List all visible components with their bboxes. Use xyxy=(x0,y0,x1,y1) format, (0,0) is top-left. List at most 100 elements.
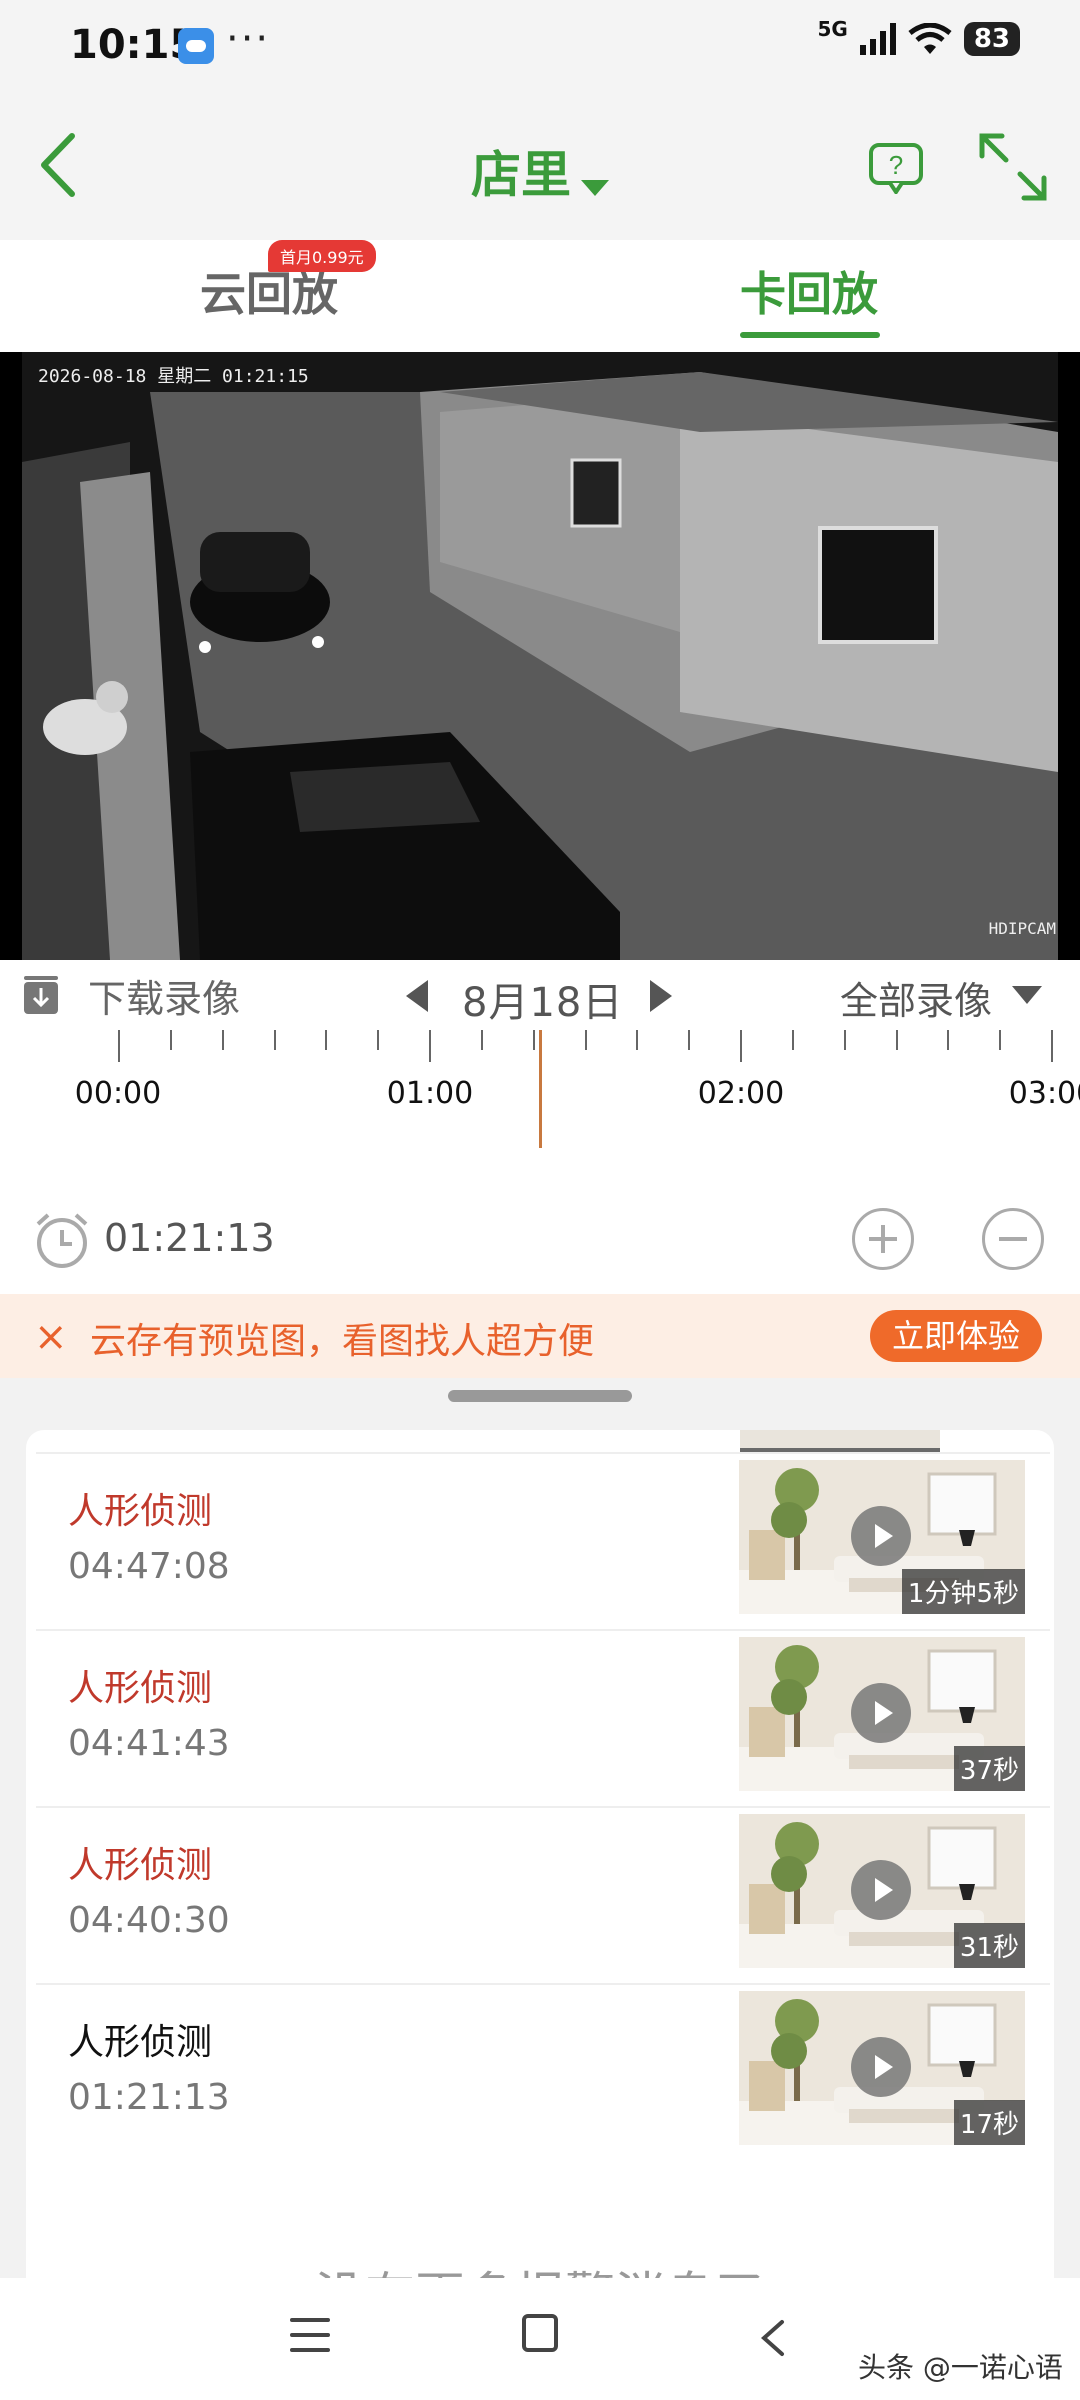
event-time: 01:21:13 xyxy=(68,2077,230,2118)
event-thumbnail[interactable]: 37秒 xyxy=(739,1637,1025,1791)
timeline-label: 02:00 xyxy=(697,1076,785,1111)
previous-day-arrow-icon[interactable] xyxy=(406,980,428,1012)
current-playback-time: 01:21:13 xyxy=(104,1216,275,1260)
camera-frame xyxy=(0,352,1080,960)
event-thumbnail[interactable]: 1分钟5秒 xyxy=(739,1460,1025,1614)
timeline-tick xyxy=(222,1030,224,1050)
event-title: 人形侦测 xyxy=(68,1491,213,1532)
weather-app-icon xyxy=(178,28,214,64)
source-watermark: 头条 @一诺心语 xyxy=(858,2351,1063,2384)
osd-timestamp: 2026-08-18 星期二 01:21:15 xyxy=(38,366,309,387)
timeline-tick xyxy=(481,1030,483,1050)
system-navigation-bar: 头条 @一诺心语 xyxy=(0,2278,1080,2400)
tab-card-playback[interactable]: 卡回放 xyxy=(740,258,878,324)
status-bar: 10:15 ··· 5G 83 xyxy=(0,0,1080,90)
timeline-tick xyxy=(688,1030,690,1050)
timeline-label: 01:00 xyxy=(386,1076,474,1111)
osd-watermark: HDIPCAM xyxy=(988,919,1056,938)
recording-filter[interactable]: 全部录像 xyxy=(840,970,992,1025)
timeline-tick xyxy=(170,1030,172,1050)
event-time: 04:47:08 xyxy=(68,1546,230,1587)
event-list-sheet: 人形侦测 04:47:08 1分钟5秒 人形侦测 04:41:43 37秒 人形侦测 04:4… xyxy=(0,1378,1080,2330)
timeline-tick xyxy=(896,1030,898,1050)
try-now-button[interactable]: 立即体验 xyxy=(870,1310,1042,1362)
close-icon[interactable]: × xyxy=(34,1314,68,1360)
system-back-button[interactable] xyxy=(756,2318,790,2358)
timeline-label: 03:00 xyxy=(1008,1076,1080,1111)
partial-thumbnail xyxy=(740,1430,940,1452)
event-list: 人形侦测 04:47:08 1分钟5秒 人形侦测 04:41:43 37秒 人形侦测 04:4… xyxy=(26,1430,1054,2330)
promo-badge: 首月0.99元 xyxy=(268,240,376,272)
timeline-label: 00:00 xyxy=(74,1076,162,1111)
more-notifications-icon: ··· xyxy=(226,16,271,62)
event-duration: 37秒 xyxy=(953,1746,1025,1791)
timeline-tick xyxy=(844,1030,846,1050)
zoom-in-button[interactable] xyxy=(852,1208,914,1270)
timeline-tick xyxy=(792,1030,794,1050)
network-type: 5G xyxy=(817,17,848,41)
play-icon[interactable] xyxy=(851,2037,911,2097)
event-thumbnail[interactable]: 17秒 xyxy=(739,1991,1025,2145)
caret-down-icon xyxy=(581,179,609,196)
status-indicators: 5G 83 xyxy=(817,17,1020,56)
signal-icon xyxy=(859,23,896,55)
play-icon[interactable] xyxy=(851,1506,911,1566)
event-duration: 1分钟5秒 xyxy=(901,1569,1025,1614)
timeline-tick xyxy=(429,1030,431,1062)
event-row[interactable]: 人形侦测 04:41:43 37秒 xyxy=(36,1629,1050,1806)
play-icon[interactable] xyxy=(851,1683,911,1743)
playback-tabs: 云回放 首月0.99元 卡回放 xyxy=(0,240,1080,352)
event-time: 04:41:43 xyxy=(68,1723,230,1764)
battery-indicator: 83 xyxy=(963,22,1020,56)
event-title: 人形侦测 xyxy=(68,1668,213,1709)
zoom-out-button[interactable] xyxy=(982,1208,1044,1270)
fullscreen-button[interactable] xyxy=(976,130,1050,204)
download-icon xyxy=(24,976,58,1014)
svg-text:?: ? xyxy=(889,150,903,180)
download-button[interactable] xyxy=(22,974,60,1016)
drag-handle[interactable] xyxy=(448,1390,632,1402)
back-arrow-icon xyxy=(760,2320,784,2356)
timeline-tick xyxy=(533,1030,535,1050)
video-player[interactable]: 2026-08-18 星期二 01:21:15 HDIPCAM xyxy=(0,352,1080,960)
filter-caret-down-icon[interactable] xyxy=(1012,986,1042,1004)
event-thumbnail[interactable]: 31秒 xyxy=(739,1814,1025,1968)
timeline-tick xyxy=(585,1030,587,1050)
wifi-icon xyxy=(908,22,952,55)
date-label[interactable]: 8月18日 xyxy=(462,970,623,1028)
playback-controls: 下载录像 8月18日 全部录像 00:00 01:00 02:00 03:0 0 … xyxy=(0,960,1080,1300)
timeline-tick xyxy=(377,1030,379,1050)
cloud-promo-banner: × 云存有预览图，看图找人超方便 立即体验 xyxy=(0,1294,1080,1378)
timeline-tick xyxy=(947,1030,949,1050)
event-duration: 31秒 xyxy=(953,1923,1025,1968)
download-recording-label[interactable]: 下载录像 xyxy=(88,968,240,1023)
banner-message: 云存有预览图，看图找人超方便 xyxy=(90,1321,595,1362)
help-bubble-icon: ? xyxy=(869,143,923,196)
event-title: 人形侦测 xyxy=(68,2022,213,2063)
recent-apps-button[interactable] xyxy=(290,2318,330,2354)
help-button[interactable]: ? xyxy=(868,142,924,196)
alarm-clock-icon xyxy=(32,1210,92,1270)
timeline-tick xyxy=(1051,1030,1053,1062)
timeline-tick xyxy=(118,1030,120,1062)
event-row[interactable]: 人形侦测 04:47:08 1分钟5秒 xyxy=(36,1452,1050,1629)
timeline-playhead[interactable] xyxy=(539,1030,542,1148)
timeline-tick xyxy=(636,1030,638,1050)
top-app-bar: 店里 ? xyxy=(0,90,1080,240)
app-screen: 10:15 ··· 5G 83 店里 ? 云回放 首月0.99元 卡回放 202… xyxy=(0,0,1080,2400)
timeline-tick xyxy=(325,1030,327,1050)
next-day-arrow-icon[interactable] xyxy=(650,980,672,1012)
event-row[interactable]: 人形侦测 04:40:30 31秒 xyxy=(36,1806,1050,1983)
event-time: 04:40:30 xyxy=(68,1900,230,1941)
event-title: 人形侦测 xyxy=(68,1845,213,1886)
fullscreen-icon xyxy=(979,133,1047,201)
event-row[interactable]: 人形侦测 01:21:13 17秒 xyxy=(36,1983,1050,2160)
event-duration: 17秒 xyxy=(953,2100,1025,2145)
timeline-tick xyxy=(274,1030,276,1050)
play-icon[interactable] xyxy=(851,1860,911,1920)
timeline-tick xyxy=(740,1030,742,1062)
home-button[interactable] xyxy=(522,2314,558,2352)
page-title: 店里 xyxy=(471,146,571,204)
active-tab-indicator xyxy=(740,332,880,338)
timeline-tick xyxy=(999,1030,1001,1050)
